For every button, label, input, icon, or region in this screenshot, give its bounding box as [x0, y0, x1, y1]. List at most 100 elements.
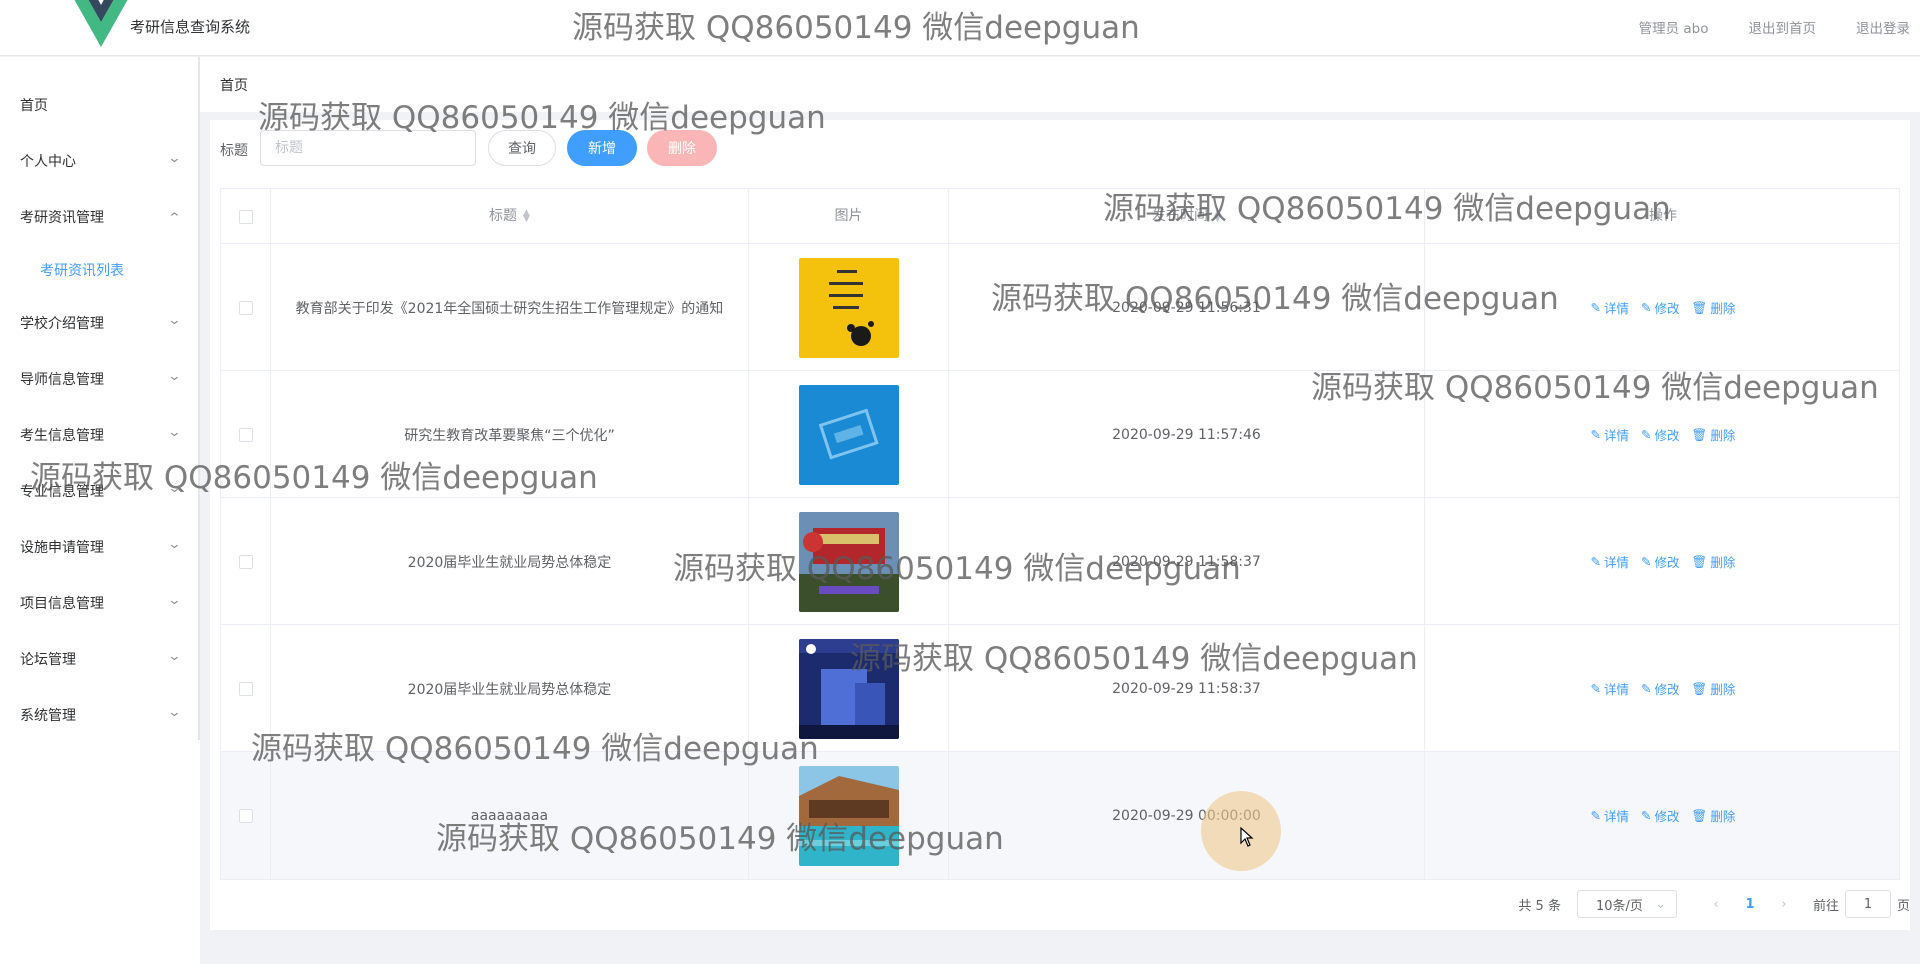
detail-label: 详情: [1604, 682, 1630, 697]
news-thumbnail[interactable]: [798, 638, 899, 739]
time-cell: 2020-09-29 11:58:37: [949, 625, 1425, 752]
sidebar-item-student-management[interactable]: 考生信息管理 ⌄: [20, 425, 182, 445]
edit-icon: ✎: [1590, 554, 1602, 569]
edit-link[interactable]: ✎ 修改: [1641, 679, 1680, 698]
detail-link[interactable]: ✎ 详情: [1591, 806, 1630, 825]
page-size-value: 10条/页: [1595, 898, 1643, 914]
delete-link[interactable]: 🗑 删除: [1692, 298, 1736, 317]
row-checkbox[interactable]: [238, 300, 253, 315]
chevron-right-icon[interactable]: ›: [1769, 897, 1799, 912]
add-button[interactable]: 新增: [567, 130, 637, 166]
sidebar-item-major-management[interactable]: 专业信息管理 ⌄: [20, 481, 182, 501]
breadcrumb-bar: 首页: [200, 57, 1920, 112]
delete-link[interactable]: 🗑 删除: [1692, 552, 1736, 571]
table-row: 研究生教育改革要聚焦“三个优化” 2020-09-29 11:57:46 ✎ 详情…: [221, 371, 1899, 498]
detail-label: 详情: [1604, 555, 1630, 570]
chevron-down-icon: ⌄: [167, 649, 182, 664]
app-title: 考研信息查询系统: [130, 18, 251, 36]
total-count: 共 5 条: [1518, 898, 1561, 914]
query-button[interactable]: 查询: [488, 130, 556, 166]
search-label: 标题: [220, 143, 248, 159]
page-size-select[interactable]: 10条/页 ⌄: [1576, 890, 1677, 918]
title-cell: 2020届毕业生就业局势总体稳定: [271, 498, 749, 625]
breadcrumb[interactable]: 首页: [220, 75, 248, 95]
sort-caret-icon[interactable]: ▲ ▼: [1214, 209, 1221, 224]
logout-link[interactable]: 退出登录: [1856, 17, 1910, 37]
image-cell: [749, 371, 949, 498]
sidebar-item-news-management[interactable]: 考研资讯管理 ⌃: [20, 207, 182, 227]
sidebar-item-label: 专业信息管理: [20, 484, 104, 500]
sidebar-item-school-management[interactable]: 学校介绍管理 ⌄: [20, 313, 182, 333]
edit-link[interactable]: ✎ 修改: [1641, 298, 1680, 317]
delete-icon: 🗑: [1691, 553, 1708, 569]
edit-label: 修改: [1654, 301, 1680, 316]
news-thumbnail[interactable]: [798, 765, 899, 866]
sidebar-item-personal-center[interactable]: 个人中心 ⌄: [20, 151, 182, 171]
goto-page-input[interactable]: [1844, 890, 1891, 918]
edit-icon: ✎: [1590, 427, 1602, 442]
detail-link[interactable]: ✎ 详情: [1591, 298, 1630, 317]
row-select-cell: [221, 371, 271, 498]
delete-label: 删除: [1710, 809, 1736, 824]
edit-icon: ✎: [1641, 300, 1652, 315]
news-thumbnail[interactable]: [798, 511, 899, 612]
delete-link[interactable]: 🗑 删除: [1692, 806, 1736, 825]
column-label: 发布时间: [1152, 208, 1209, 224]
row-select-cell: [221, 625, 271, 752]
sidebar-item-system-management[interactable]: 系统管理 ⌄: [20, 705, 182, 725]
delete-label: 删除: [1710, 555, 1736, 570]
table-row: 教育部关于印发《2021年全国硕士研究生招生工作管理规定》的通知 2020-09…: [221, 244, 1899, 371]
sidebar-item-label: 论坛管理: [20, 652, 76, 668]
delete-label: 删除: [1710, 301, 1736, 316]
title-search-input[interactable]: [260, 130, 476, 166]
delete-icon: 🗑: [1691, 426, 1708, 442]
image-cell: [749, 752, 949, 879]
chevron-down-icon: ⌄: [167, 369, 182, 384]
page-number[interactable]: 1: [1731, 897, 1769, 912]
sort-caret-icon[interactable]: ▲ ▼: [523, 209, 530, 224]
sidebar-item-label: 考生信息管理: [20, 428, 104, 444]
edit-link[interactable]: ✎ 修改: [1641, 552, 1680, 571]
goto-label: 前往: [1812, 898, 1839, 914]
image-cell: [749, 244, 949, 371]
detail-link[interactable]: ✎ 详情: [1591, 679, 1630, 698]
row-checkbox[interactable]: [238, 554, 253, 569]
row-checkbox[interactable]: [238, 808, 253, 823]
chevron-left-icon[interactable]: ‹: [1701, 897, 1731, 912]
news-thumbnail[interactable]: [798, 257, 899, 358]
column-header-time[interactable]: 发布时间 ▲ ▼: [949, 189, 1425, 244]
title-cell: 2020届毕业生就业局势总体稳定: [271, 625, 749, 752]
sidebar-item-project-management[interactable]: 项目信息管理 ⌄: [20, 593, 182, 613]
sidebar-item-tutor-management[interactable]: 导师信息管理 ⌄: [20, 369, 182, 389]
delete-icon: 🗑: [1691, 680, 1708, 696]
sidebar-item-forum-management[interactable]: 论坛管理 ⌄: [20, 649, 182, 669]
detail-link[interactable]: ✎ 详情: [1591, 552, 1630, 571]
edit-link[interactable]: ✎ 修改: [1641, 425, 1680, 444]
edit-link[interactable]: ✎ 修改: [1641, 806, 1680, 825]
sidebar-subitem-news-list[interactable]: 考研资讯列表: [40, 260, 124, 280]
delete-link[interactable]: 🗑 删除: [1692, 425, 1736, 444]
edit-icon: ✎: [1590, 681, 1602, 696]
sidebar-item-label: 考研资讯管理: [20, 210, 104, 226]
sidebar-item-label: 个人中心: [20, 154, 76, 170]
batch-delete-button[interactable]: 删除: [647, 130, 717, 166]
delete-link[interactable]: 🗑 删除: [1692, 679, 1736, 698]
delete-label: 删除: [1710, 428, 1736, 443]
sidebar-item-home[interactable]: 首页: [20, 95, 180, 115]
detail-link[interactable]: ✎ 详情: [1591, 425, 1630, 444]
sidebar-item-facility-management[interactable]: 设施申请管理 ⌄: [20, 537, 182, 557]
header-actions: 管理员 abo 退出到首页 退出登录: [1639, 17, 1920, 37]
select-all-checkbox[interactable]: [238, 209, 253, 224]
detail-label: 详情: [1604, 809, 1630, 824]
row-checkbox[interactable]: [238, 681, 253, 696]
back-home-link[interactable]: 退出到首页: [1749, 17, 1817, 37]
select-all-cell: [221, 189, 271, 244]
row-checkbox[interactable]: [238, 427, 253, 442]
actions-cell: ✎ 详情 ✎ 修改 🗑 删除: [1425, 625, 1901, 752]
column-header-actions: 操作: [1425, 189, 1901, 244]
news-thumbnail[interactable]: [798, 384, 899, 485]
image-cell: [749, 498, 949, 625]
time-cell: 2020-09-29 00:00:00: [949, 752, 1425, 879]
sidebar-item-label: 设施申请管理: [20, 540, 104, 556]
column-header-title[interactable]: 标题 ▲ ▼: [271, 189, 749, 244]
